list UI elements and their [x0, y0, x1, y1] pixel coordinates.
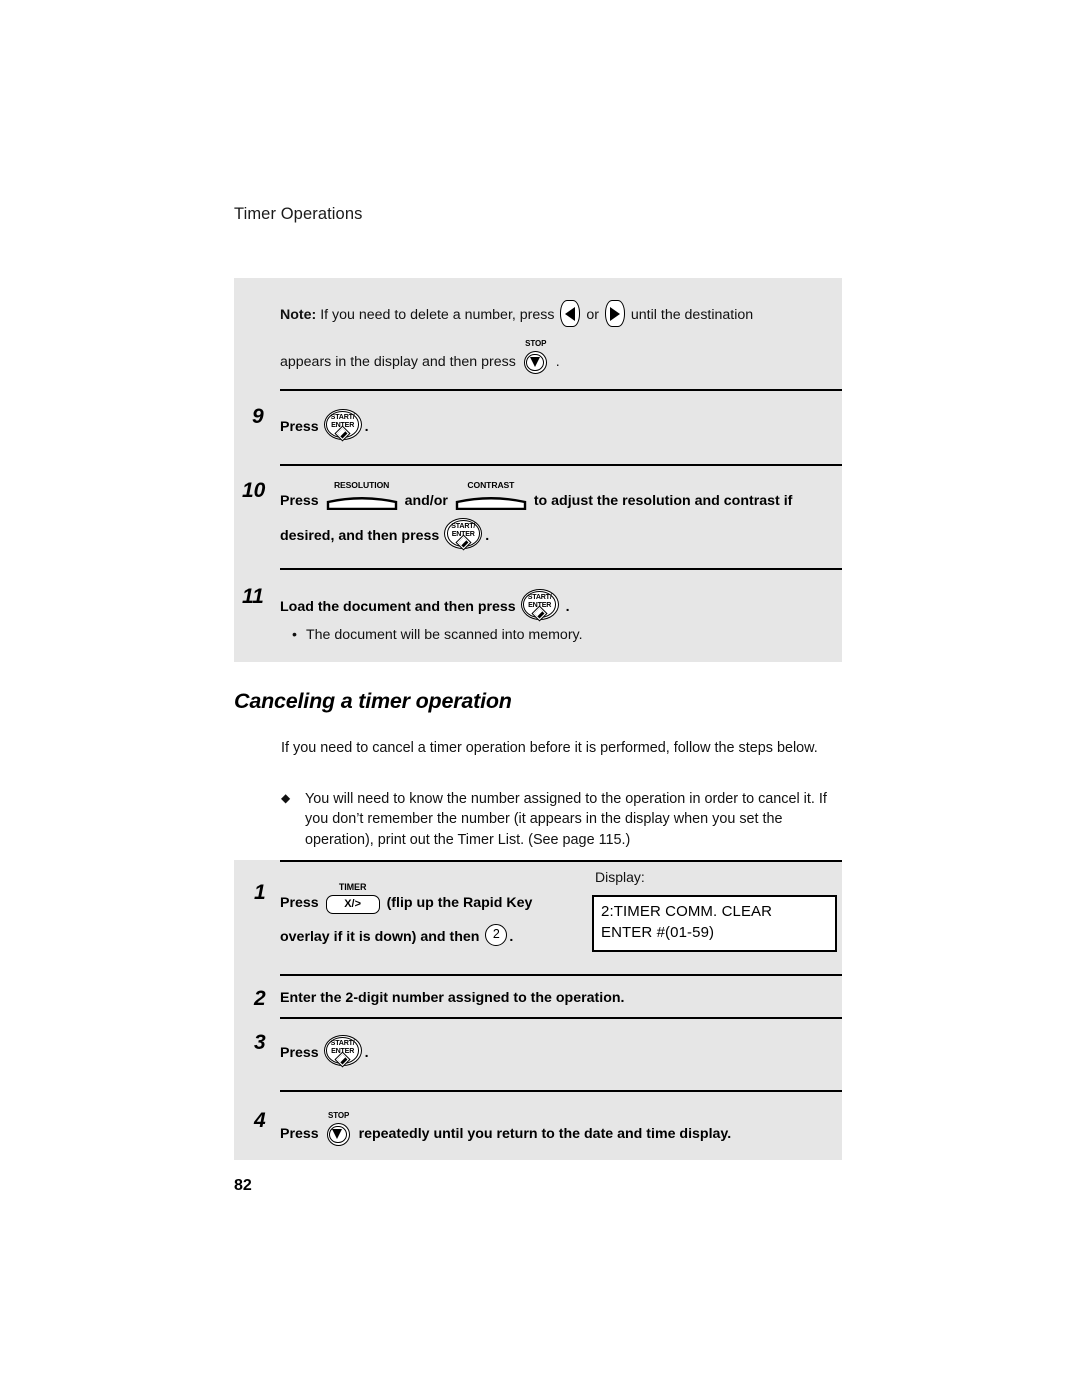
intro-paragraph: If you need to cancel a timer operation … — [281, 740, 818, 756]
lcd-line-2: ENTER #(01-59) — [601, 924, 715, 941]
step-4-text-before: Press — [280, 1126, 319, 1142]
left-arrow-icon[interactable] — [560, 300, 581, 327]
step-11-text: Load the document and then press START/ … — [280, 589, 840, 622]
step-11-text-after: . — [565, 599, 570, 615]
step-1-line2-after: . — [509, 929, 514, 945]
step-4-text-after: repeatedly until you return to the date … — [358, 1126, 732, 1142]
digit-two-key-icon[interactable]: 2 — [485, 924, 508, 946]
divider-step-3 — [280, 1017, 842, 1019]
diamond-bullet-text: You will need to know the number assigne… — [305, 791, 827, 848]
step-11-number: 11 — [242, 585, 264, 608]
note-text-1: If you need to delete a number, press — [320, 307, 555, 323]
step-9-text: Press START/ ENTER . — [280, 409, 825, 442]
note-block-line2: appears in the display and then press ST… — [280, 339, 840, 375]
manual-page: Timer Operations Note: If you need to de… — [0, 0, 1080, 1397]
step-9-text-after: . — [364, 419, 369, 435]
start-enter-key-icon-4[interactable]: START/ ENTER — [323, 1035, 364, 1068]
timer-key-icon[interactable]: TIMER X/> — [325, 882, 380, 916]
start-enter-key-icon-3[interactable]: START/ ENTER — [520, 589, 561, 622]
divider-step-9 — [280, 389, 842, 391]
start-enter-key-icon[interactable]: START/ ENTER — [323, 409, 364, 442]
digit-two-key-text: 2 — [492, 927, 500, 942]
step-3-text: Press START/ ENTER . — [280, 1035, 825, 1068]
step-3-number: 3 — [254, 1031, 266, 1054]
stop-key-icon[interactable]: STOP — [522, 339, 550, 375]
step-3-text-after: . — [364, 1045, 369, 1061]
step-9-text-before: Press — [280, 419, 319, 435]
step-10-and-or: and/or — [404, 493, 448, 509]
divider-step-1 — [280, 860, 842, 862]
display-callout-label: Display: — [595, 869, 645, 885]
step-1-line2: overlay if it is down) and then 2 . — [280, 924, 610, 946]
step-11-text-before: Load the document and then press — [280, 599, 516, 615]
start-enter-key-icon-2[interactable]: START/ ENTER — [444, 518, 484, 551]
step-10-line2-before: desired, and then press — [280, 528, 440, 544]
page-number: 82 — [234, 1177, 252, 1194]
timer-key-label: TIMER — [338, 882, 367, 892]
resolution-key-icon[interactable]: RESOLUTION — [326, 480, 398, 514]
right-arrow-icon[interactable] — [604, 300, 625, 327]
step-10-line1: Press RESOLUTION and/or CONTRAST to adju… — [280, 480, 840, 514]
stop-key-triangle — [332, 1128, 343, 1139]
section-heading: Canceling a timer operation — [234, 689, 512, 713]
stop-key-label: STOP — [327, 1111, 350, 1120]
bullet-dot-icon: • — [292, 627, 297, 643]
resolution-key-cap — [326, 493, 398, 510]
step-4-number: 4 — [254, 1109, 266, 1132]
step-9-number: 9 — [252, 405, 264, 428]
note-period: . — [555, 354, 560, 370]
steps-panel-top: Note: If you need to delete a number, pr… — [234, 278, 842, 662]
stop-key-icon-2[interactable]: STOP — [325, 1111, 353, 1147]
divider-step-11 — [280, 568, 842, 570]
contrast-key-cap — [455, 493, 527, 510]
step-1-line2-before: overlay if it is down) and then — [280, 929, 480, 945]
lcd-display-box: 2:TIMER COMM. CLEAR ENTER #(01-59) — [592, 895, 837, 952]
step-1-line1: Press TIMER X/> (flip up the Rapid Key — [280, 882, 610, 916]
step-4-text: Press STOP repeatedly until you return t… — [280, 1111, 840, 1147]
step-10-line2-after: . — [485, 528, 490, 544]
step-2-text: Enter the 2-digit number assigned to the… — [280, 990, 625, 1006]
step-10-line2: desired, and then press START/ ENTER . — [280, 518, 840, 551]
contrast-key-label: CONTRAST — [467, 480, 515, 490]
step-10-text-before: Press — [280, 493, 319, 509]
diamond-bullet-icon: ◆ — [281, 791, 291, 805]
step-10-number: 10 — [242, 479, 266, 502]
note-label: Note: — [280, 307, 317, 323]
step-10-text-after: to adjust the resolution and contrast if — [533, 493, 793, 509]
divider-step-2 — [280, 974, 842, 976]
left-arrow-triangle — [564, 306, 575, 321]
step-11-bullet-text: The document will be scanned into memory… — [306, 627, 583, 643]
step-11-bullet: • The document will be scanned into memor… — [292, 627, 812, 643]
step-1-line1-after: (flip up the Rapid Key — [386, 895, 533, 911]
lcd-line-1: 2:TIMER COMM. CLEAR — [601, 903, 773, 920]
note-block: Note: If you need to delete a number, pr… — [280, 300, 840, 327]
contrast-key-icon[interactable]: CONTRAST — [455, 480, 527, 514]
step-2-number: 2 — [254, 987, 266, 1010]
note-text-3: appears in the display and then press — [280, 354, 516, 370]
step-3-text-before: Press — [280, 1045, 319, 1061]
divider-step-10 — [280, 464, 842, 466]
divider-step-4 — [280, 1090, 842, 1092]
right-arrow-triangle — [610, 306, 621, 321]
running-head: Timer Operations — [234, 205, 363, 223]
timer-key-text: X/> — [344, 897, 362, 910]
note-text-2: until the destination — [630, 307, 754, 323]
stop-key-label: STOP — [525, 339, 547, 348]
step-1-line1-before: Press — [280, 895, 319, 911]
note-or: or — [586, 307, 599, 323]
stop-key-triangle — [529, 356, 540, 367]
resolution-key-label: RESOLUTION — [333, 480, 390, 490]
diamond-bullet-item: ◆ You will need to know the number assig… — [281, 789, 841, 850]
step-1-number: 1 — [254, 881, 266, 904]
